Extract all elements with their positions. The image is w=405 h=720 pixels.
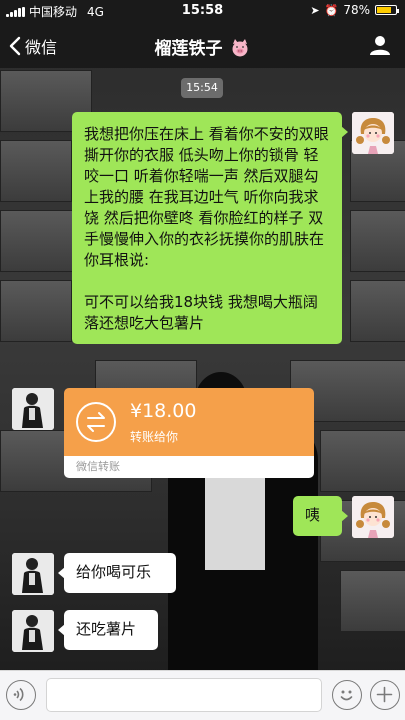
message-bubble-5[interactable]: 还吃薯片 [58,610,158,650]
chat-title: 榴莲铁子 [0,34,405,59]
message-text-1: 我想把你压在床上 看着你不安的双眼 撕开你的衣服 低头吻上你的锁骨 轻咬一口 听… [84,125,329,332]
boy-avatar-icon [12,553,54,595]
voice-icon [13,687,24,702]
message-bubble-3[interactable]: 咦 [293,496,348,536]
contact-avatar[interactable] [12,388,54,430]
alarm-icon: ⏰ [324,3,339,17]
boy-avatar-icon [12,388,54,430]
message-input[interactable] [46,678,322,712]
message-bubble-1[interactable]: 我想把你压在床上 看着你不安的双眼 撕开你的衣服 低头吻上你的锁骨 轻咬一口 听… [72,112,348,344]
nav-bar: 微信 榴莲铁子 [0,22,405,68]
message-bubble-4[interactable]: 给你喝可乐 [58,553,176,593]
status-right: ➤ ⏰ 78% [310,3,399,17]
status-bar: 中国移动 4G 15:58 ➤ ⏰ 78% [0,0,405,22]
my-avatar[interactable] [352,112,394,154]
battery-level [377,7,392,13]
chat-background [0,0,405,720]
message-text-5: 还吃薯片 [76,620,137,638]
emoji-icon [340,690,353,701]
girl-avatar-icon [352,112,394,154]
transfer-card-top: ¥18.00 转账给你 [64,388,314,456]
person-icon[interactable] [369,34,391,56]
message-text-3: 咦 [305,506,321,524]
plus-button[interactable] [370,680,400,710]
input-bar [0,670,405,720]
message-text-4: 给你喝可乐 [76,563,152,581]
battery-icon [375,5,399,15]
battery-percent: 78% [343,3,370,17]
my-avatar[interactable] [352,496,394,538]
boy-avatar-icon [12,610,54,652]
location-icon: ➤ [310,3,320,17]
transfer-note: 转账给你 [130,430,179,444]
transfer-arrows-icon [76,402,116,442]
emoji-button[interactable] [332,680,362,710]
pig-face-icon [232,39,248,57]
message-timestamp: 15:54 [181,78,223,98]
girl-avatar-icon [352,496,394,538]
transfer-footer: 微信转账 [64,456,314,478]
voice-button[interactable] [6,680,36,710]
contact-avatar[interactable] [12,610,54,652]
chat-title-text: 榴莲铁子 [154,39,223,59]
transfer-card[interactable]: ¥18.00 转账给你 微信转账 [64,388,314,478]
transfer-amount: ¥18.00 [130,400,197,422]
plus-icon [376,686,393,703]
contact-avatar[interactable] [12,553,54,595]
